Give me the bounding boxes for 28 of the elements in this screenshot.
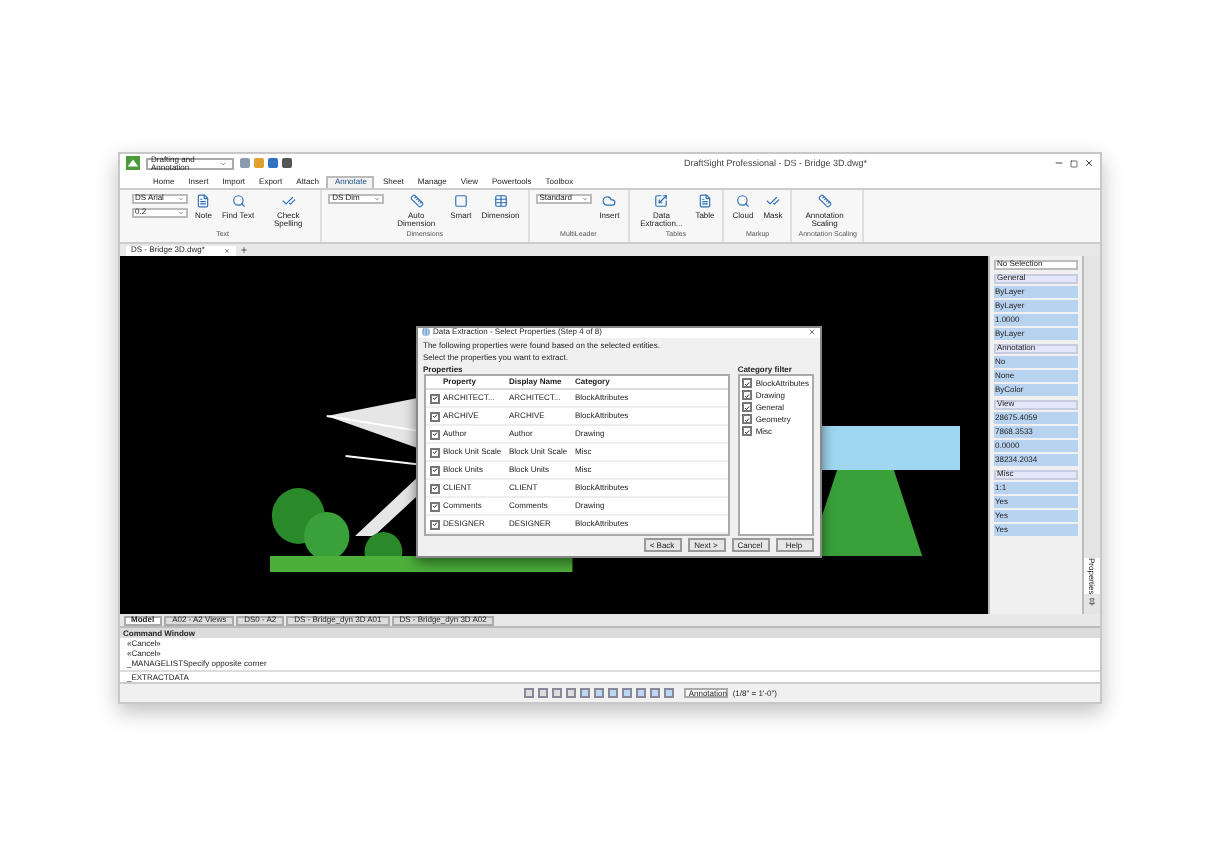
checkmark-icon [281,193,296,208]
search-icon [735,193,750,208]
checkbox[interactable] [429,393,439,404]
checkbox[interactable] [741,378,752,389]
add-tab-icon[interactable] [240,245,249,254]
checkbox[interactable] [429,519,439,530]
checkbox[interactable] [429,447,439,458]
checkbox[interactable] [429,411,439,422]
checkmark-icon [766,193,780,208]
maximize-icon[interactable] [1069,159,1077,168]
document-icon [697,193,712,208]
checkbox[interactable] [741,426,752,437]
checkbox[interactable] [741,414,752,425]
checkbox[interactable] [429,465,439,476]
square-icon [453,193,468,208]
checkbox[interactable] [741,390,752,401]
document-icon [196,193,211,208]
checkbox[interactable] [429,483,439,494]
checkbox[interactable] [741,402,752,413]
ruler-icon [409,193,424,208]
scaling-icon [654,193,669,208]
ruler-icon [817,193,832,208]
pin-icon[interactable] [1087,598,1095,607]
minimize-icon[interactable] [1053,158,1063,169]
checkbox[interactable] [429,429,439,440]
checkbox[interactable] [429,501,439,512]
cloud-icon [602,193,617,208]
search-icon [231,193,246,208]
